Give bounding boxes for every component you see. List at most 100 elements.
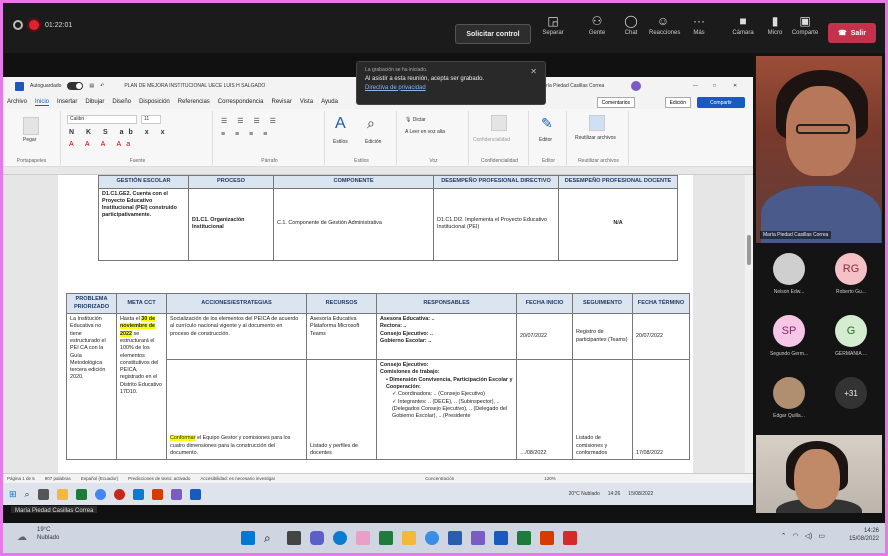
font-name-select[interactable]: Calibri: [67, 115, 137, 124]
vertical-scrollbar[interactable]: [745, 175, 753, 473]
store-icon[interactable]: [356, 531, 370, 545]
excel-2-icon[interactable]: [517, 531, 531, 545]
confidentiality-icon[interactable]: [491, 115, 507, 131]
tab-revisar[interactable]: Revisar: [271, 99, 291, 105]
mic-icon: ▮: [771, 14, 779, 28]
paragraph-group: ☰ ☰ ☰ ☰ ≡ ≡ ≡ ≡ Párrafo: [215, 111, 325, 165]
teams-chat-icon[interactable]: [310, 531, 324, 545]
weather-widget[interactable]: 19°C Nublado: [37, 527, 59, 543]
undo-icon[interactable]: ↶: [100, 83, 104, 89]
acrobat-icon[interactable]: [563, 531, 577, 545]
styles-icon[interactable]: A: [335, 115, 346, 133]
text-predictions[interactable]: Predicciones de texto: activado: [128, 476, 190, 481]
share-button[interactable]: ▣ Comparte: [791, 15, 819, 36]
volume-icon[interactable]: ◁): [805, 532, 813, 540]
windows-start-icon[interactable]: [241, 531, 255, 545]
minimize-icon[interactable]: —: [693, 83, 698, 89]
task-view-icon[interactable]: [287, 531, 301, 545]
reactions-button[interactable]: ☺ Reacciones: [649, 15, 681, 36]
teams-icon[interactable]: [471, 531, 485, 545]
tab-dibujar[interactable]: Dibujar: [85, 99, 104, 105]
autosave-toggle[interactable]: [67, 82, 84, 90]
file-explorer-icon[interactable]: [402, 531, 416, 545]
participant-tile[interactable]: Edgar Quilla...: [759, 373, 819, 429]
separate-button[interactable]: ◲ Separar: [539, 15, 567, 36]
action-2-highlight: Conformar: [170, 435, 196, 442]
tab-archivo[interactable]: Archivo: [7, 99, 27, 105]
reactions-label: Reacciones: [649, 30, 681, 36]
tab-correspondencia[interactable]: Correspondencia: [218, 99, 264, 105]
save-icon[interactable]: ▤: [89, 83, 94, 89]
mic-button[interactable]: ▮ Micro: [761, 15, 789, 36]
tab-vista[interactable]: Vista: [300, 99, 313, 105]
search-icon[interactable]: ⌕: [264, 531, 278, 545]
read-aloud-button[interactable]: A Leer en voz alta: [405, 129, 445, 135]
more-participants[interactable]: +31: [821, 373, 881, 429]
scroll-thumb[interactable]: [747, 235, 751, 265]
self-video-tile[interactable]: [756, 435, 882, 521]
close-icon[interactable]: ✕: [530, 66, 537, 78]
responsible-line: ✓ Coordinadora: .. (Consejo Ejecutivo): [392, 391, 485, 398]
confidentiality-label: Confidencialidad: [473, 137, 510, 143]
ruler: [3, 167, 753, 175]
accessibility[interactable]: Accesibilidad: es necesario investigar: [200, 476, 275, 481]
search-icon[interactable]: ⌕: [367, 115, 375, 132]
align-buttons[interactable]: ≡ ≡ ≡ ≡: [221, 131, 271, 138]
zoom-level[interactable]: 120%: [544, 476, 556, 481]
privacy-policy-link[interactable]: Directiva de privacidad: [365, 85, 426, 91]
editor-icon[interactable]: ✎: [541, 115, 553, 132]
clock[interactable]: 14:26 15/08/2022: [849, 527, 879, 544]
excel-icon[interactable]: [379, 531, 393, 545]
powerpoint-icon[interactable]: [540, 531, 554, 545]
close-icon[interactable]: ✕: [733, 83, 737, 89]
tab-insertar[interactable]: Insertar: [57, 99, 77, 105]
participant-tile[interactable]: RG Roberto Gu...: [821, 249, 881, 305]
font-group: Calibri 11 N K S ab x x A A A Aa Fuente: [63, 111, 213, 165]
tab-inicio[interactable]: Inicio: [35, 99, 50, 106]
dictate-button[interactable]: 🎙 Dictar: [405, 117, 426, 123]
main-video-tile[interactable]: María Piedad Casillas Correa: [756, 56, 882, 243]
wifi-icon[interactable]: ◠: [793, 532, 799, 540]
meeting-timer: 01:22:01: [45, 21, 73, 29]
more-icon: ···: [693, 14, 705, 28]
participant-name: Nelson Edw...: [773, 289, 805, 295]
share-tray-icon: ◲: [547, 14, 559, 28]
leave-button[interactable]: ☎ Salir: [828, 23, 876, 43]
recording-consent-text: Al asistir a esta reunión, acepta ser gr…: [365, 75, 485, 82]
reuse-files-icon[interactable]: [589, 115, 605, 131]
participant-tile[interactable]: SP Segundo Germ...: [759, 311, 819, 367]
tab-diseno[interactable]: Diseño: [112, 99, 131, 105]
battery-icon[interactable]: ▭: [818, 532, 825, 540]
list-buttons[interactable]: ☰ ☰ ☰ ☰: [221, 117, 280, 125]
font-size-select[interactable]: 11: [141, 115, 161, 124]
request-control-button[interactable]: Solicitar control: [455, 24, 531, 44]
more-button[interactable]: ··· Más: [685, 15, 713, 36]
tab-disposicion[interactable]: Disposición: [139, 99, 170, 105]
maximize-icon[interactable]: □: [713, 83, 716, 89]
participant-tile[interactable]: Nelson Edw...: [759, 249, 819, 305]
color-buttons[interactable]: A A A Aa: [69, 141, 135, 148]
chevron-up-icon[interactable]: ⌃: [781, 532, 787, 540]
camera-button[interactable]: ■ Cámara: [729, 15, 757, 36]
outlook-icon[interactable]: [448, 531, 462, 545]
chrome-icon[interactable]: [425, 531, 439, 545]
word-icon[interactable]: [494, 531, 508, 545]
participant-tile[interactable]: G GERMANIA ...: [821, 311, 881, 367]
language[interactable]: Español (Ecuador): [81, 476, 118, 481]
edge-icon[interactable]: [333, 531, 347, 545]
comments-button[interactable]: Comentarios: [596, 97, 635, 108]
paste-icon[interactable]: [23, 117, 39, 135]
people-button[interactable]: ⚇ Gente: [583, 15, 611, 36]
opera-icon: [113, 488, 125, 500]
format-buttons[interactable]: N K S ab x x: [69, 129, 169, 136]
cell-end-1: 20/07/2022: [632, 313, 690, 361]
focus-mode[interactable]: Concentración: [425, 476, 454, 481]
tab-referencias[interactable]: Referencias: [178, 99, 210, 105]
word-count[interactable]: 907 palabras: [45, 476, 71, 481]
tab-ayuda[interactable]: Ayuda: [321, 99, 338, 105]
chat-button[interactable]: ◯ Chat: [617, 15, 645, 36]
editing-button[interactable]: Edición: [664, 97, 691, 108]
user-avatar[interactable]: [631, 81, 641, 91]
page-count[interactable]: Página 1 de 6: [7, 476, 35, 481]
word-share-button[interactable]: Compartir: [697, 97, 745, 108]
